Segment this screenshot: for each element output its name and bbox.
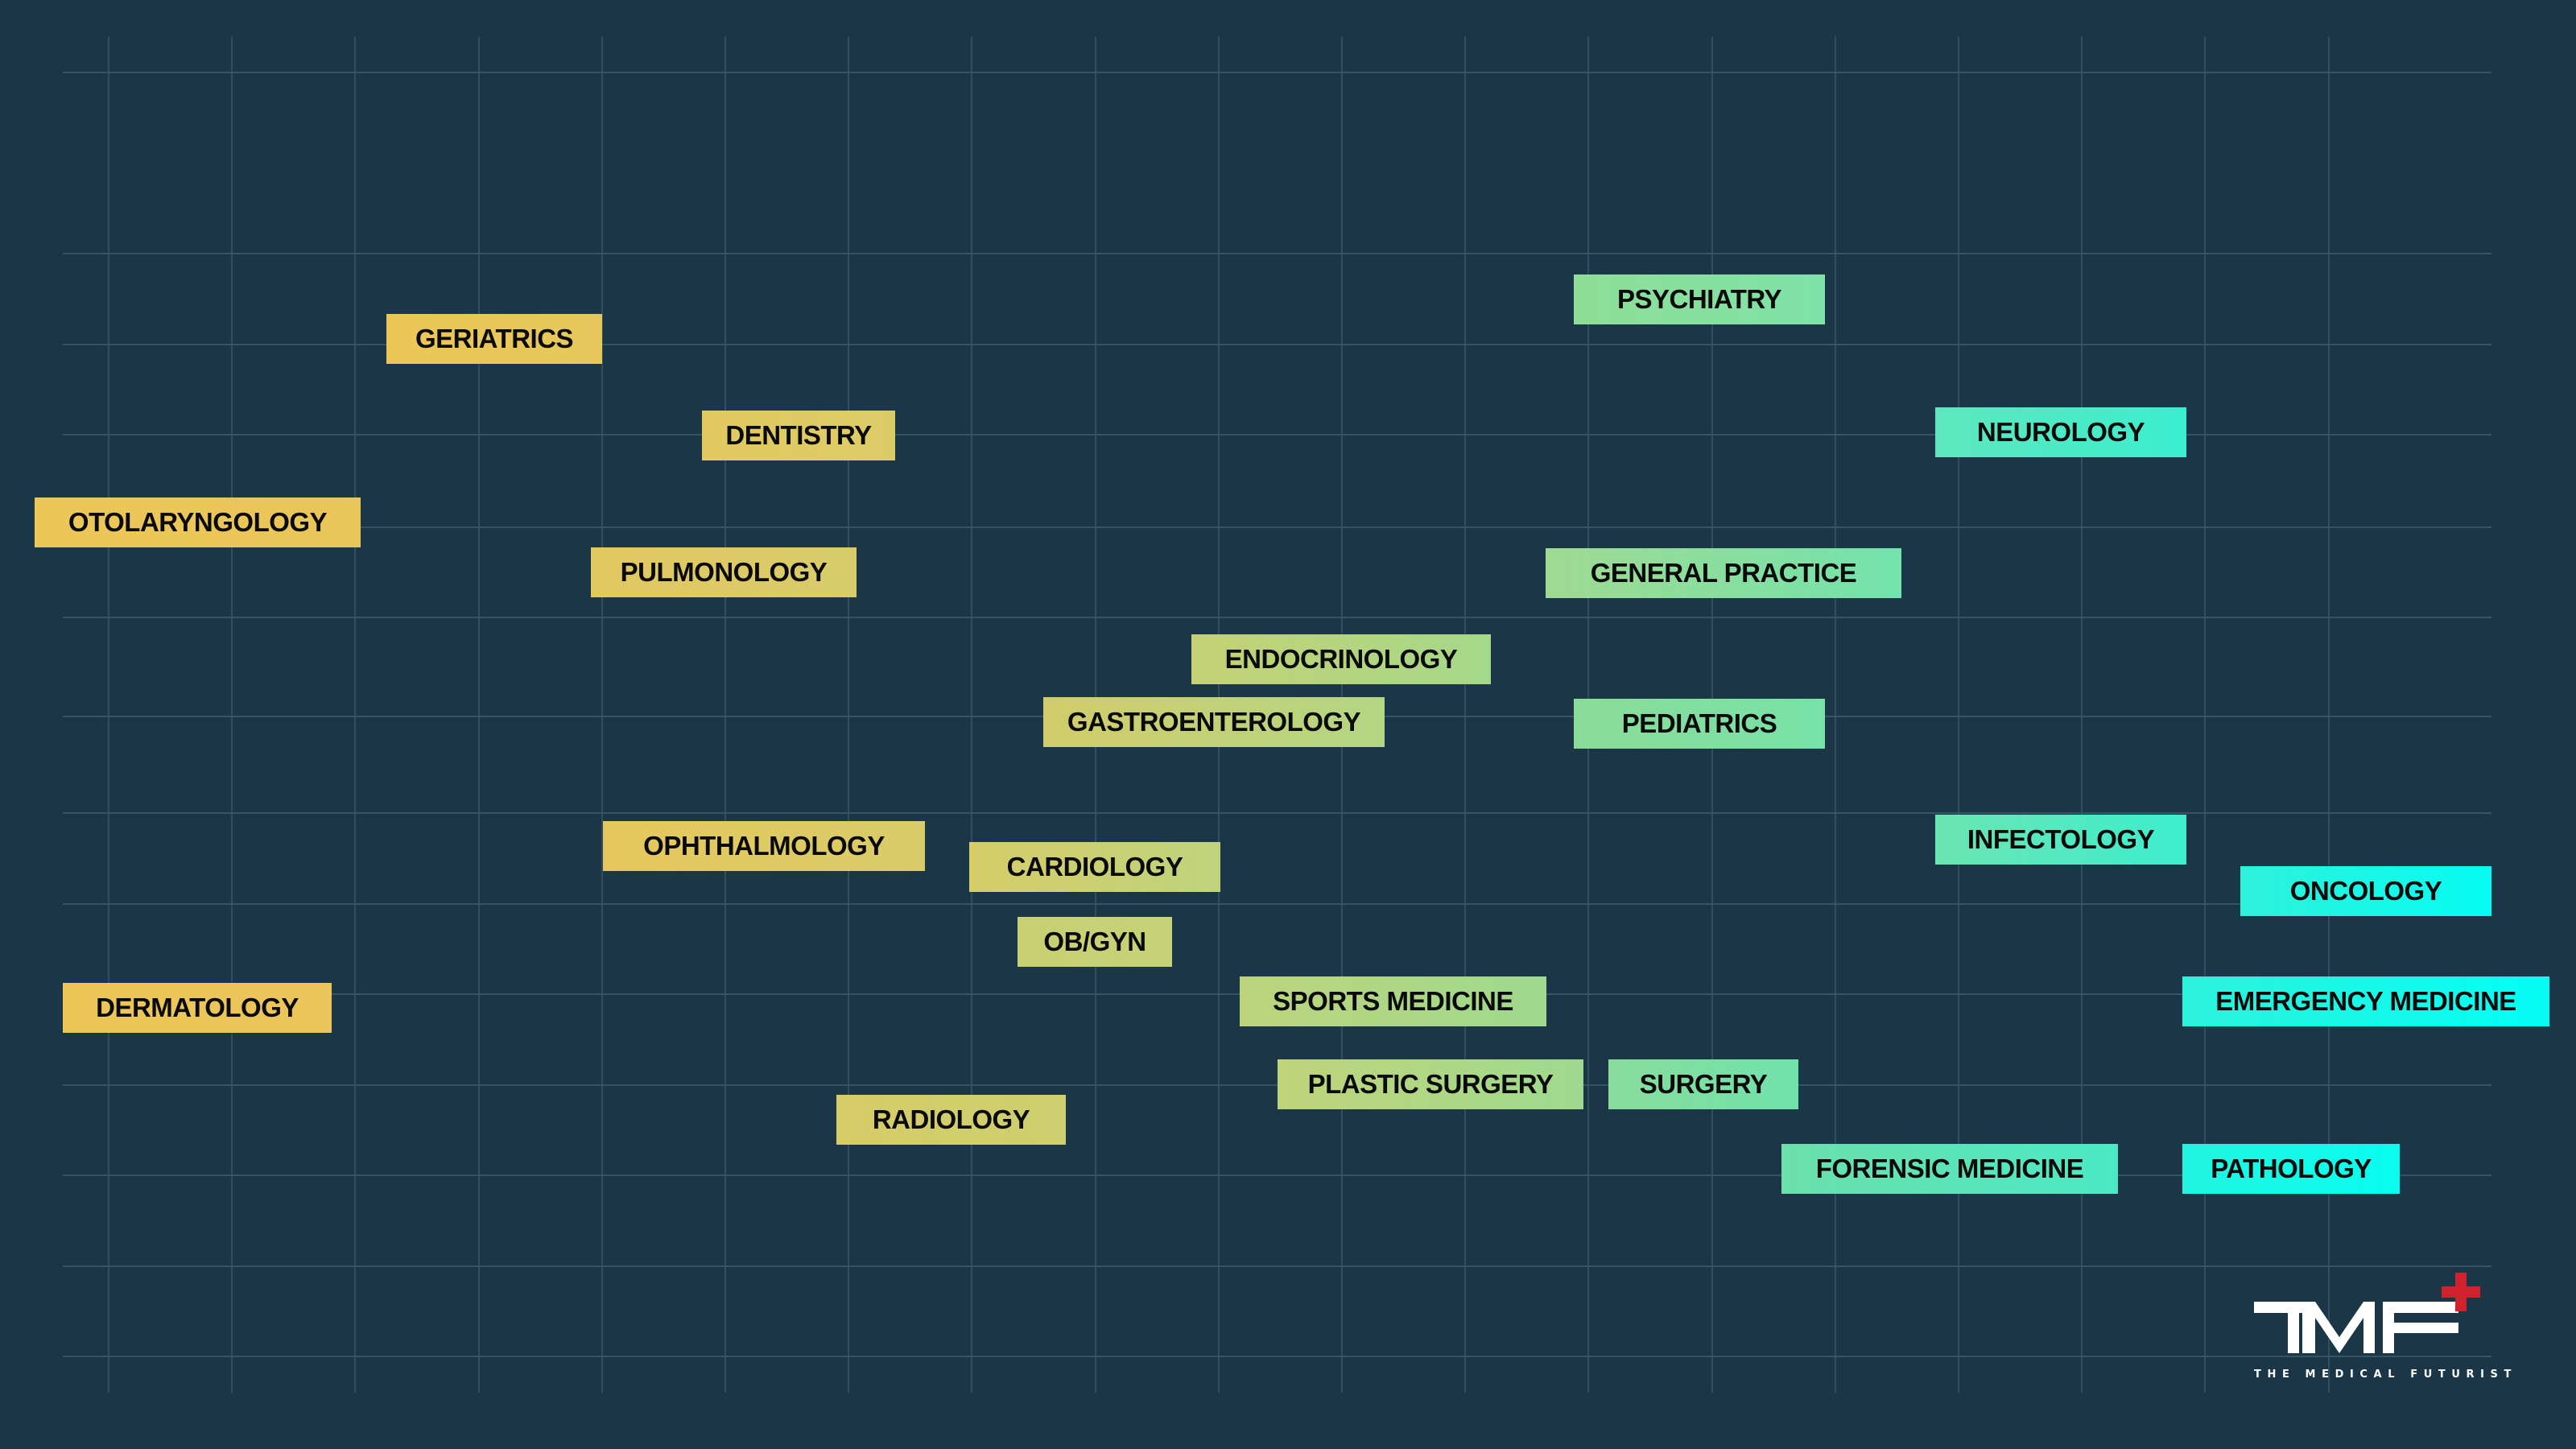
specialty-label: SPORTS MEDICINE [1273, 986, 1513, 1016]
specialty-label: ONCOLOGY [2289, 876, 2442, 906]
specialty-label: NEUROLOGY [1976, 417, 2145, 447]
specialty-label: DERMATOLOGY [96, 993, 299, 1022]
specialty-tag-pulmonology: PULMONOLOGY [591, 547, 857, 597]
specialty-label: PLASTIC SURGERY [1307, 1069, 1554, 1099]
specialty-label: RADIOLOGY [872, 1104, 1030, 1134]
specialty-label: GERIATRICS [415, 324, 574, 353]
tmf-letters [2254, 1302, 2458, 1353]
specialty-tag-otolaryngology: OTOLARYNGOLOGY [35, 497, 361, 547]
specialty-tag-ob-gyn: OB/GYN [1018, 917, 1172, 967]
specialty-tag-general-practice: GENERAL PRACTICE [1546, 548, 1901, 598]
specialty-tag-emergency-medicine: EMERGENCY MEDICINE [2182, 976, 2549, 1026]
specialty-tag-pathology: PATHOLOGY [2182, 1144, 2400, 1194]
specialty-tag-surgery: SURGERY [1608, 1059, 1798, 1109]
specialty-label: CARDIOLOGY [1006, 852, 1183, 881]
specialty-tag-dentistry: DENTISTRY [702, 411, 895, 460]
specialty-label: PULMONOLOGY [620, 557, 828, 587]
specialty-label: EMERGENCY MEDICINE [2215, 986, 2516, 1016]
specialty-label: SURGERY [1639, 1069, 1768, 1099]
specialty-tag-forensic-medicine: FORENSIC MEDICINE [1781, 1144, 2118, 1194]
specialty-tag-infectology: INFECTOLOGY [1935, 815, 2186, 865]
logo-tagline: THE MEDICAL FUTURIST [2254, 1368, 2517, 1381]
specialty-label: OB/GYN [1043, 927, 1146, 956]
specialty-tag-radiology: RADIOLOGY [836, 1095, 1066, 1145]
specialty-tag-plastic-surgery: PLASTIC SURGERY [1278, 1059, 1583, 1109]
specialty-tag-dermatology: DERMATOLOGY [63, 983, 332, 1033]
specialty-label: FORENSIC MEDICINE [1815, 1154, 2084, 1183]
specialty-label: OTOLARYNGOLOGY [68, 507, 328, 537]
specialty-tag-oncology: ONCOLOGY [2240, 866, 2491, 916]
specialty-tag-endocrinology: ENDOCRINOLOGY [1191, 634, 1491, 684]
specialty-tag-gastroenterology: GASTROENTEROLOGY [1043, 697, 1385, 747]
specialty-tag-pediatrics: PEDIATRICS [1574, 699, 1825, 749]
specialty-tag-geriatrics: GERIATRICS [386, 314, 602, 364]
specialty-label: ENDOCRINOLOGY [1224, 644, 1458, 674]
specialty-label: GASTROENTEROLOGY [1067, 707, 1361, 737]
specialty-tag-sports-medicine: SPORTS MEDICINE [1240, 976, 1546, 1026]
specialty-tag-ophthalmology: OPHTHALMOLOGY [603, 821, 925, 871]
specialty-label: OPHTHALMOLOGY [643, 831, 885, 861]
specialty-label: PSYCHIATRY [1616, 284, 1782, 314]
specialty-label: GENERAL PRACTICE [1590, 558, 1857, 588]
specialty-label: INFECTOLOGY [1967, 824, 2155, 854]
specialty-label: DENTISTRY [725, 420, 872, 450]
specialty-tag-neurology: NEUROLOGY [1935, 407, 2186, 457]
specialty-label: PEDIATRICS [1621, 708, 1777, 738]
specialty-label: PATHOLOGY [2211, 1154, 2372, 1183]
specialty-tag-cardiology: CARDIOLOGY [969, 842, 1220, 892]
specialty-tag-psychiatry: PSYCHIATRY [1574, 275, 1825, 324]
